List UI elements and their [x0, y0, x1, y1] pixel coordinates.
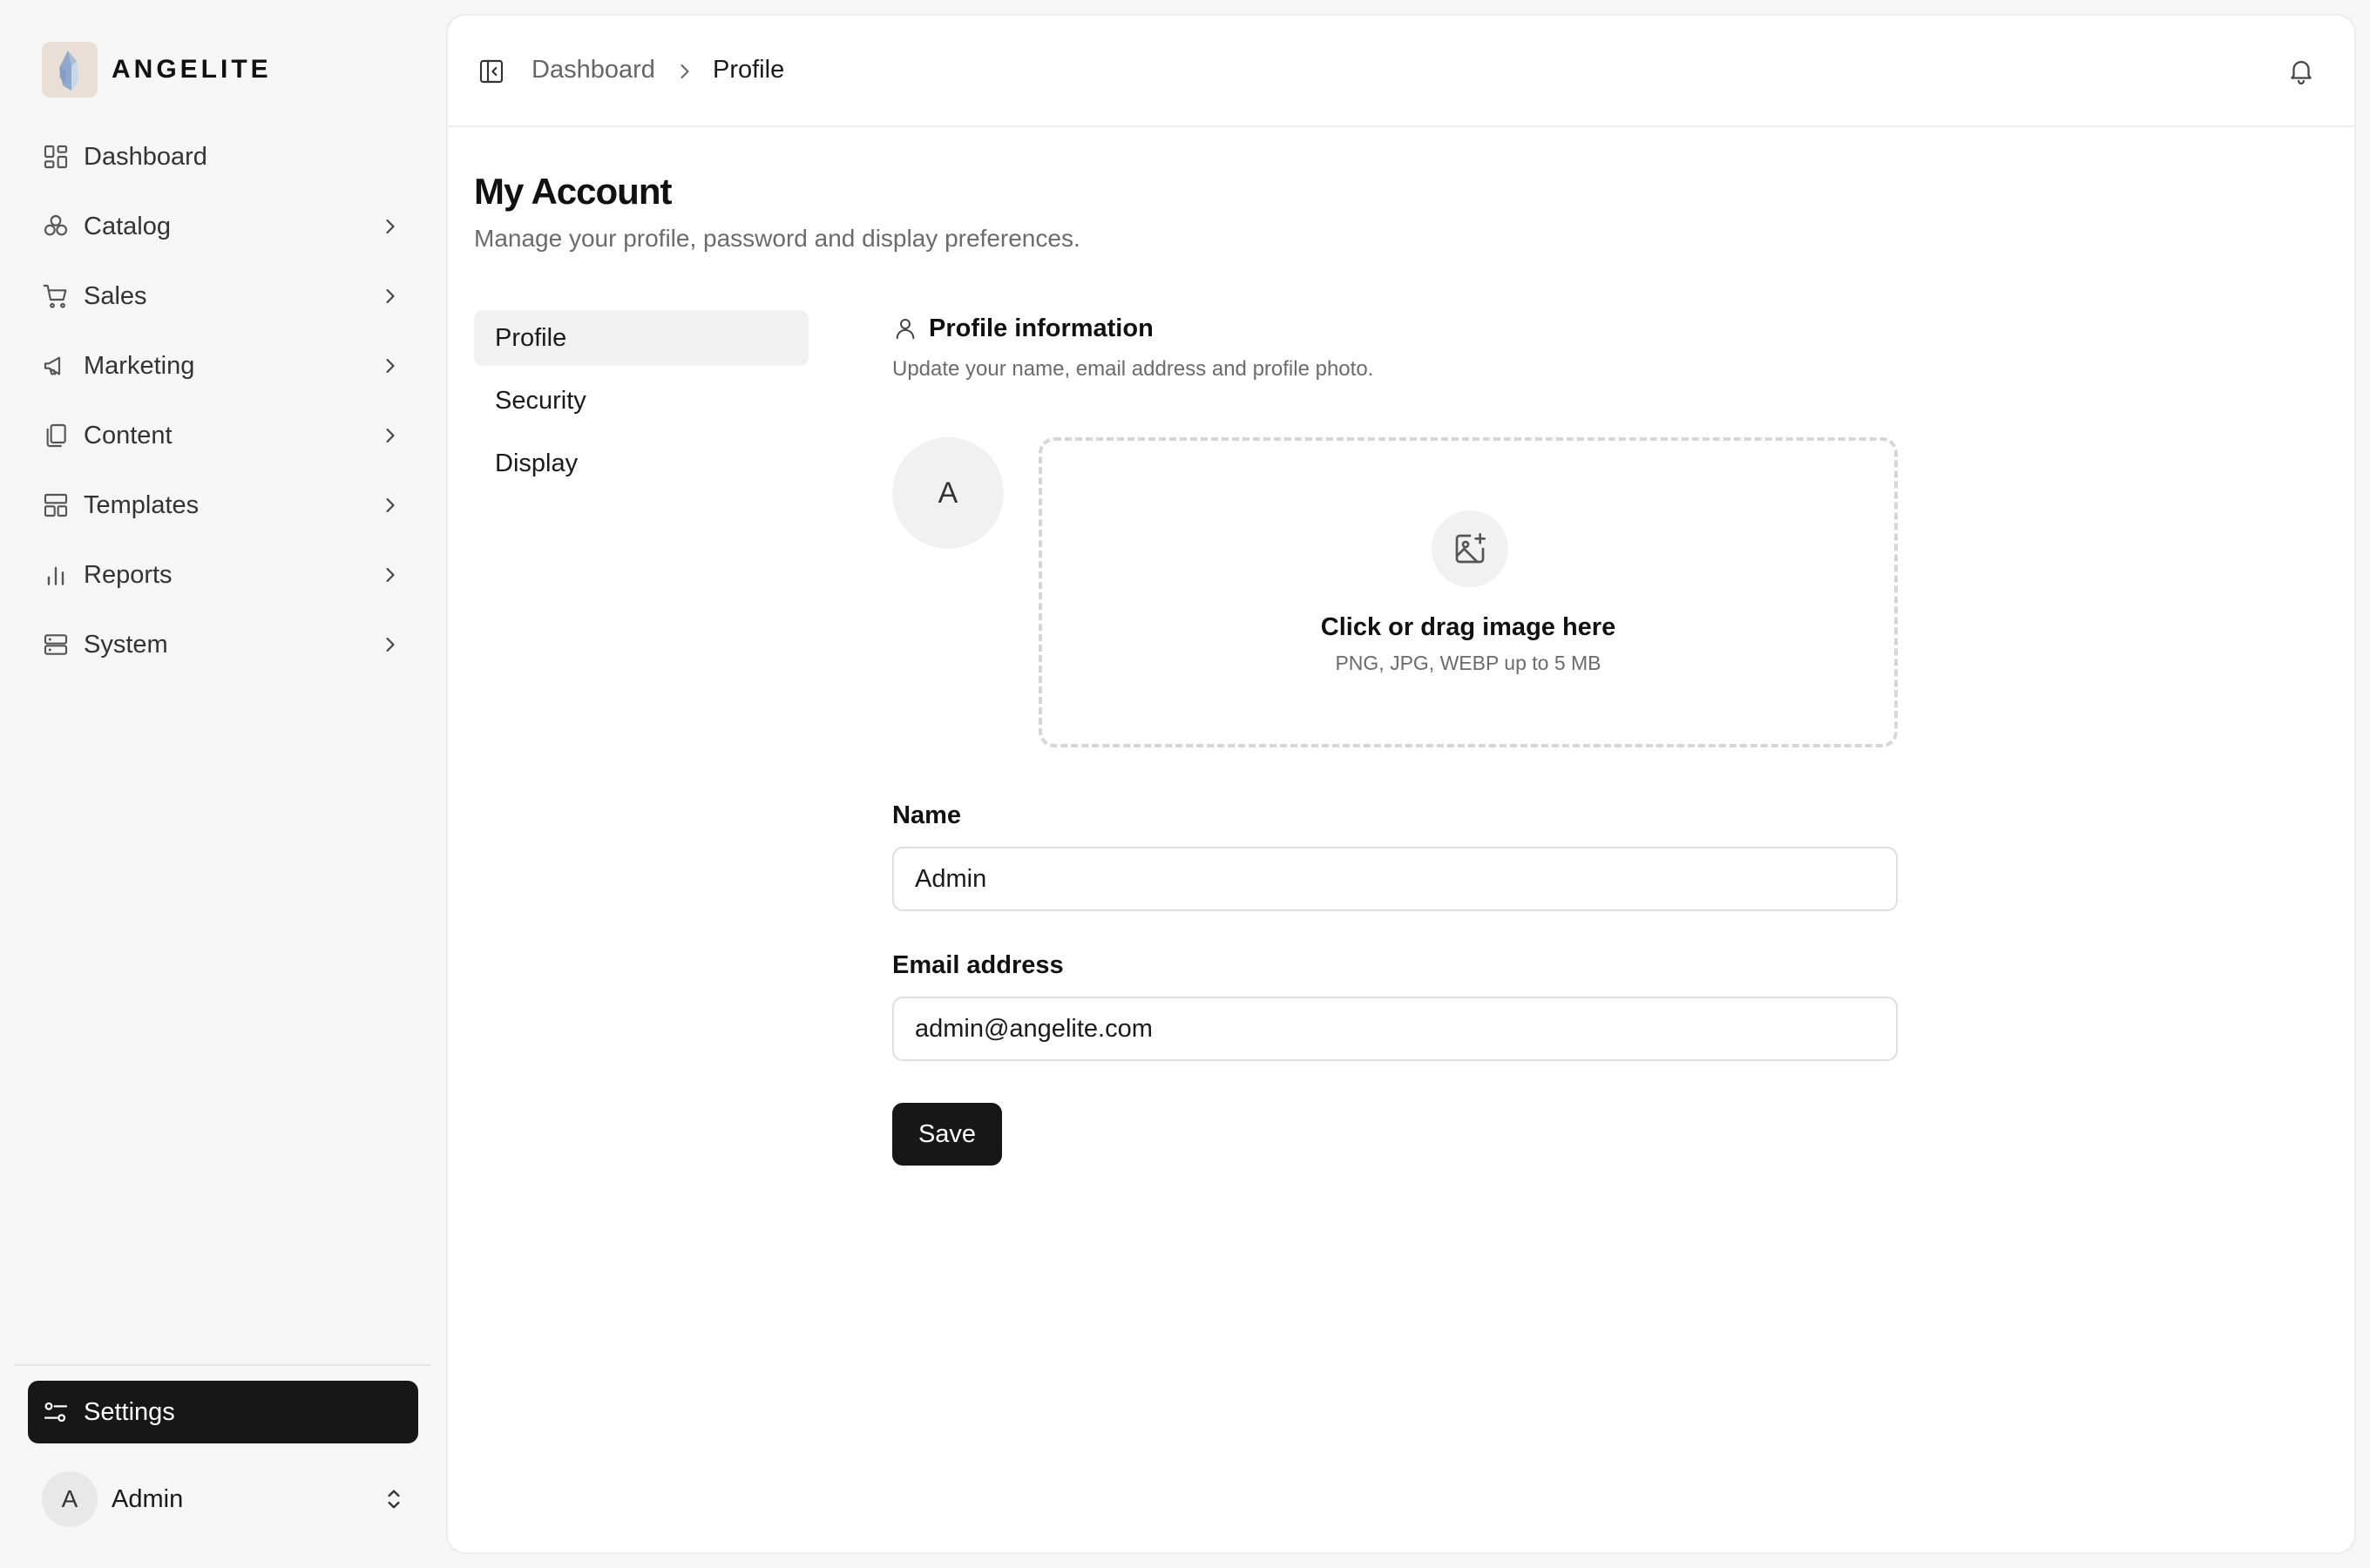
breadcrumb-dashboard[interactable]: Dashboard [532, 56, 655, 84]
chevron-right-icon [378, 493, 403, 517]
save-button[interactable]: Save [892, 1103, 1002, 1166]
sidebar-item-marketing[interactable]: Marketing [28, 331, 420, 401]
crystal-logo [42, 42, 98, 98]
profile-section: Profile information Update your name, em… [892, 312, 1899, 1166]
sidebar-item-sales[interactable]: Sales [28, 261, 420, 331]
account-subnav: Profile Security Display [474, 310, 809, 498]
sidebar-item-label: Dashboard [84, 142, 207, 171]
email-label: Email address [892, 951, 1064, 979]
sidebar-item-system[interactable]: System [28, 610, 420, 679]
tab-security[interactable]: Security [474, 373, 809, 429]
sidebar-item-content[interactable]: Content [28, 401, 420, 470]
sliders-icon [42, 1398, 70, 1426]
sidebar-item-catalog[interactable]: Catalog [28, 192, 420, 261]
sidebar-divider [14, 1364, 430, 1366]
chevrons-up-down-icon [380, 1485, 408, 1513]
chevron-right-icon [673, 59, 697, 84]
chevron-right-icon [378, 563, 403, 587]
megaphone-icon [42, 352, 70, 380]
dropzone-hint: PNG, JPG, WEBP up to 5 MB [1335, 652, 1601, 674]
name-label: Name [892, 801, 961, 829]
dropzone-title: Click or drag image here [1320, 613, 1616, 641]
sidebar-item-dashboard[interactable]: Dashboard [28, 122, 420, 192]
settings-label: Settings [84, 1397, 175, 1426]
sidebar-item-label: Sales [84, 281, 147, 310]
chevron-right-icon [378, 284, 403, 308]
server-icon [42, 631, 70, 659]
profile-avatar: A [892, 437, 1004, 549]
catalog-icon [42, 213, 70, 240]
breadcrumb-current: Profile [713, 56, 785, 84]
sidebar-item-label: System [84, 630, 168, 659]
tab-display[interactable]: Display [474, 436, 809, 491]
dashboard-icon [42, 143, 70, 171]
sidebar-item-label: Templates [84, 490, 200, 519]
chevron-right-icon [378, 354, 403, 378]
name-field[interactable] [892, 847, 1898, 911]
sidebar: ANGELITE Dashboard Catalog Sales Marketi… [0, 0, 444, 1568]
bell-icon[interactable] [2286, 56, 2316, 85]
files-icon [42, 422, 70, 449]
email-field[interactable] [892, 997, 1898, 1061]
section-description: Update your name, email address and prof… [892, 357, 1374, 381]
section-header: Profile information [892, 312, 1899, 345]
chevron-right-icon [378, 632, 403, 657]
tab-profile[interactable]: Profile [474, 310, 809, 366]
user-icon [892, 315, 918, 341]
sidebar-item-templates[interactable]: Templates [28, 470, 420, 540]
image-dropzone[interactable]: Click or drag image here PNG, JPG, WEBP … [1039, 437, 1898, 747]
top-bar: Dashboard Profile [448, 16, 2354, 127]
layout-icon [42, 491, 70, 519]
sidebar-item-label: Content [84, 421, 173, 449]
sidebar-item-reports[interactable]: Reports [28, 540, 420, 610]
brand[interactable]: ANGELITE [42, 42, 272, 98]
user-menu[interactable]: A Admin [42, 1471, 408, 1527]
chevron-right-icon [378, 214, 403, 239]
settings-button[interactable]: Settings [28, 1381, 418, 1443]
bar-chart-icon [42, 561, 70, 589]
sidebar-item-label: Reports [84, 560, 173, 589]
chevron-right-icon [378, 423, 403, 448]
sidebar-item-label: Marketing [84, 351, 195, 380]
page-subtitle: Manage your profile, password and displa… [474, 225, 1080, 252]
cart-icon [42, 282, 70, 310]
page-title: My Account [474, 171, 672, 212]
section-title: Profile information [929, 314, 1154, 342]
brand-name: ANGELITE [112, 55, 272, 84]
sidebar-item-label: Catalog [84, 212, 171, 240]
main-panel: Dashboard Profile My Account Manage your… [446, 14, 2356, 1554]
user-name: Admin [112, 1484, 184, 1513]
image-plus-icon [1432, 510, 1508, 587]
sidebar-nav: Dashboard Catalog Sales Marketing Conten… [28, 122, 420, 679]
sidebar-toggle-icon[interactable] [477, 57, 505, 85]
avatar: A [42, 1471, 98, 1527]
